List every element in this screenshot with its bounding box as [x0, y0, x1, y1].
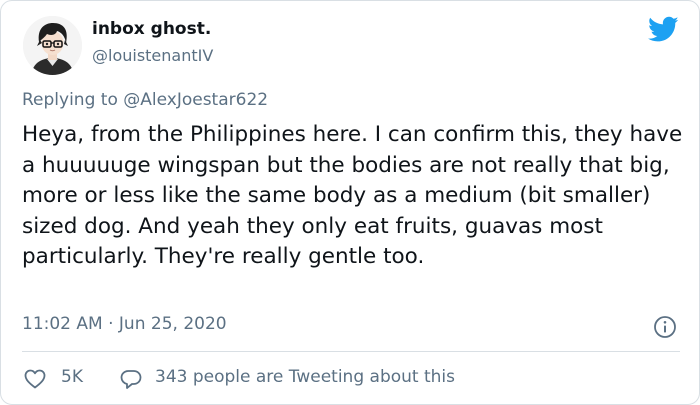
tweet-text: Heya, from the Philippines here. I can c… — [22, 122, 683, 269]
replying-to-line: Replying to @AlexJoestar622 — [22, 90, 268, 110]
heart-icon[interactable] — [23, 367, 47, 391]
meta-separator: · — [108, 314, 114, 334]
tweet-time: 11:02 AM — [22, 314, 103, 334]
tweet-card: inbox ghost. @louistenantIV Replying to … — [0, 0, 700, 405]
like-count[interactable]: 5K — [61, 367, 83, 387]
avatar[interactable] — [23, 16, 82, 75]
display-name[interactable]: inbox ghost. — [92, 19, 211, 39]
divider — [22, 351, 680, 352]
replying-to-label: Replying to — [22, 90, 118, 110]
user-handle[interactable]: @louistenantIV — [92, 46, 213, 65]
reply-mention-link[interactable]: @AlexJoestar622 — [123, 90, 268, 110]
info-icon[interactable] — [653, 315, 677, 339]
tweet-date: Jun 25, 2020 — [118, 314, 227, 334]
tweet-timestamp[interactable]: 11:02 AM · Jun 25, 2020 — [22, 314, 227, 334]
speech-bubble-icon[interactable] — [119, 367, 143, 391]
avatar-illustration — [23, 16, 82, 75]
twitter-bird-icon[interactable] — [648, 16, 679, 43]
conversation-link[interactable]: 343 people are Tweeting about this — [155, 367, 455, 387]
